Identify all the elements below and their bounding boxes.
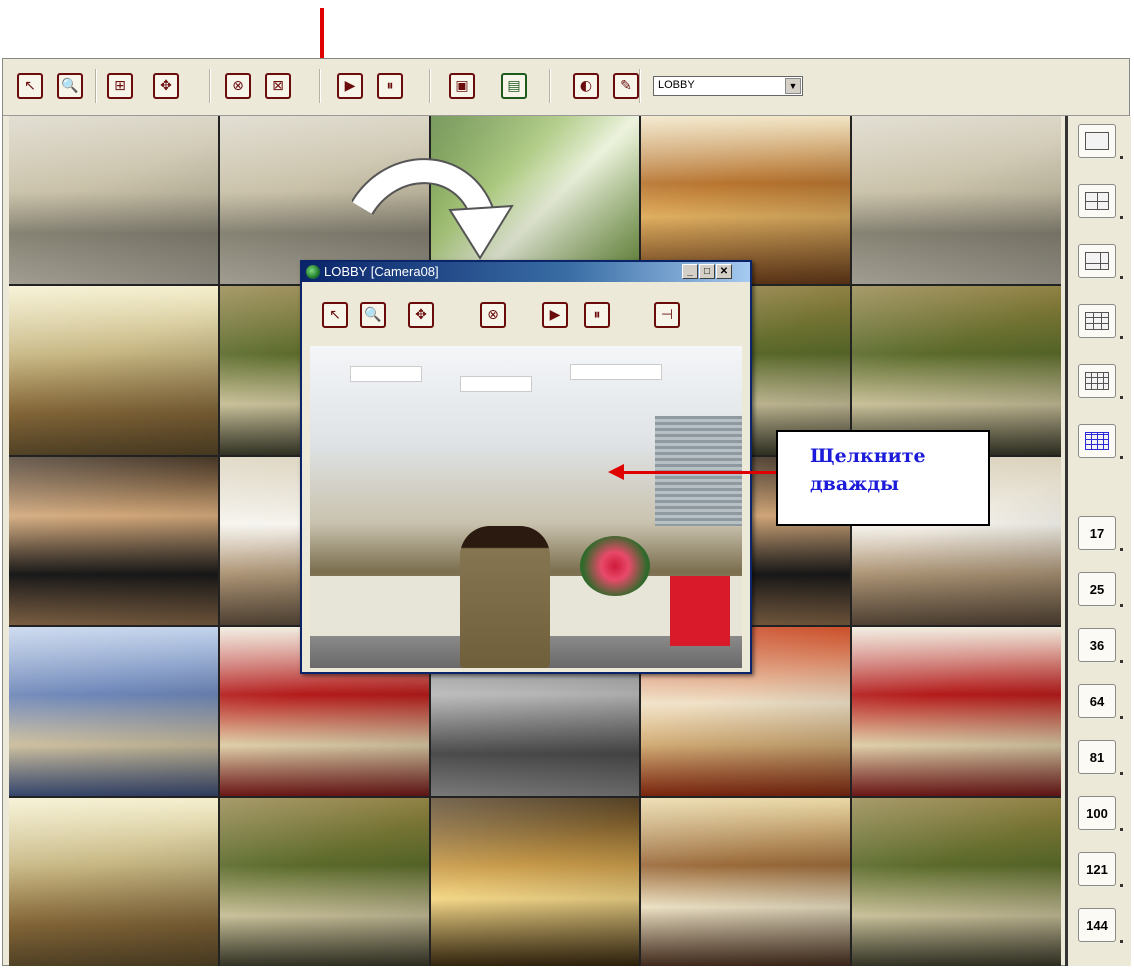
camera-tile[interactable] xyxy=(641,797,851,966)
camera-tile[interactable] xyxy=(9,627,218,796)
audio-icon[interactable]: ◐ xyxy=(573,73,599,99)
camera-tile[interactable] xyxy=(852,116,1061,285)
callout-arrow-head xyxy=(608,464,624,480)
layout-9-icon[interactable] xyxy=(1078,304,1123,339)
close-camera-icon[interactable]: ⊗ xyxy=(480,302,506,328)
layout-16-icon[interactable] xyxy=(1078,424,1123,459)
layout-1-icon[interactable] xyxy=(1078,124,1123,159)
globe-icon xyxy=(306,265,320,279)
layout-1-glyph xyxy=(1085,132,1109,150)
callout-line-2: дважды xyxy=(810,473,900,495)
pin-icon[interactable]: ⊣ xyxy=(654,302,680,328)
play-icon[interactable]: ▶ xyxy=(337,73,363,99)
maximize-button[interactable]: □ xyxy=(699,264,715,279)
flowers xyxy=(580,536,650,596)
camera-tile[interactable] xyxy=(9,286,218,455)
layout-icon[interactable]: ▣ xyxy=(449,73,475,99)
camera-video-feed[interactable] xyxy=(310,346,742,668)
ceiling-light xyxy=(570,364,662,380)
camera-tile[interactable] xyxy=(9,797,218,966)
select-arrow-icon[interactable]: ↖ xyxy=(322,302,348,328)
pan-tilt-icon[interactable]: ✥ xyxy=(153,73,179,99)
camera-tile[interactable] xyxy=(852,797,1061,966)
window-toolbar: ↖ 🔍 ✥ ⊗ ▶ ⏸ ⊣ xyxy=(302,282,750,346)
pause-icon[interactable]: ⏸ xyxy=(377,73,403,99)
camera-select[interactable]: LOBBY ▼ xyxy=(653,76,803,96)
close-all-icon[interactable]: ⊠ xyxy=(265,73,291,99)
layout-12-icon[interactable] xyxy=(1078,364,1123,399)
camera-tile[interactable] xyxy=(430,797,640,966)
toolbar-separator xyxy=(549,69,551,103)
layout-81-button[interactable]: 81 xyxy=(1078,740,1123,775)
layout-panel: 17 25 36 64 81 100 121 144 xyxy=(1065,116,1131,966)
person xyxy=(460,526,550,668)
microphone-icon[interactable]: ✎ xyxy=(613,73,639,99)
layout-25-button[interactable]: 25 xyxy=(1078,572,1123,607)
layout-100-button[interactable]: 100 xyxy=(1078,796,1123,831)
layout-36-button[interactable]: 36 xyxy=(1078,628,1123,663)
zoom-icon[interactable]: 🔍 xyxy=(57,73,83,99)
layout-16-glyph xyxy=(1085,432,1109,450)
add-window-icon[interactable]: ⊞ xyxy=(107,73,133,99)
layout-144-button[interactable]: 144 xyxy=(1078,908,1123,943)
camera-tile[interactable] xyxy=(9,116,218,285)
pan-tilt-icon[interactable]: ✥ xyxy=(408,302,434,328)
layout-12-glyph xyxy=(1085,372,1109,390)
curved-arrow-icon xyxy=(352,158,514,260)
toolbar-separator xyxy=(95,69,97,103)
red-sign xyxy=(670,576,730,646)
callout-line-1: Щелкните xyxy=(810,445,926,467)
layout-6-icon[interactable] xyxy=(1078,244,1123,279)
toolbar-separator xyxy=(429,69,431,103)
window-title: LOBBY [Camera08] xyxy=(324,264,439,279)
select-arrow-icon[interactable]: ↖ xyxy=(17,73,43,99)
window-title-bar[interactable]: LOBBY [Camera08] _ □ ✕ xyxy=(302,262,750,282)
layout-9-glyph xyxy=(1085,312,1109,330)
toolbar-separator xyxy=(319,69,321,103)
camera-window[interactable]: LOBBY [Camera08] _ □ ✕ ↖ 🔍 ✥ ⊗ ▶ ⏸ ⊣ xyxy=(300,260,752,674)
minimize-button[interactable]: _ xyxy=(682,264,698,279)
layout-17-button[interactable]: 17 xyxy=(1078,516,1123,551)
layout-6-glyph xyxy=(1085,252,1109,270)
camera-tile[interactable] xyxy=(219,797,429,966)
camera-select-value: LOBBY xyxy=(658,79,695,91)
double-click-callout: Щелкните дважды xyxy=(776,430,990,526)
camera-tile[interactable] xyxy=(9,456,218,626)
layout-64-button[interactable]: 64 xyxy=(1078,684,1123,719)
ceiling-light xyxy=(460,376,532,392)
toolbar-separator xyxy=(639,69,641,103)
camera-tile[interactable] xyxy=(852,627,1061,796)
main-toolbar: LOBBY ▼ ↖ 🔍 ⊞ ✥ ⊗ ⊠ ▶ ⏸ ▣ ▤ ◐ ✎ xyxy=(3,59,1129,116)
chevron-down-icon[interactable]: ▼ xyxy=(785,78,801,94)
layout-4-icon[interactable] xyxy=(1078,184,1123,219)
close-button[interactable]: ✕ xyxy=(716,264,732,279)
callout-arrow xyxy=(622,471,776,474)
play-icon[interactable]: ▶ xyxy=(542,302,568,328)
save-icon[interactable]: ▤ xyxy=(501,73,527,99)
pause-icon[interactable]: ⏸ xyxy=(584,302,610,328)
zoom-icon[interactable]: 🔍 xyxy=(360,302,386,328)
layout-4-glyph xyxy=(1085,192,1109,210)
ceiling-light xyxy=(350,366,422,382)
close-camera-icon[interactable]: ⊗ xyxy=(225,73,251,99)
toolbar-separator xyxy=(209,69,211,103)
layout-121-button[interactable]: 121 xyxy=(1078,852,1123,887)
